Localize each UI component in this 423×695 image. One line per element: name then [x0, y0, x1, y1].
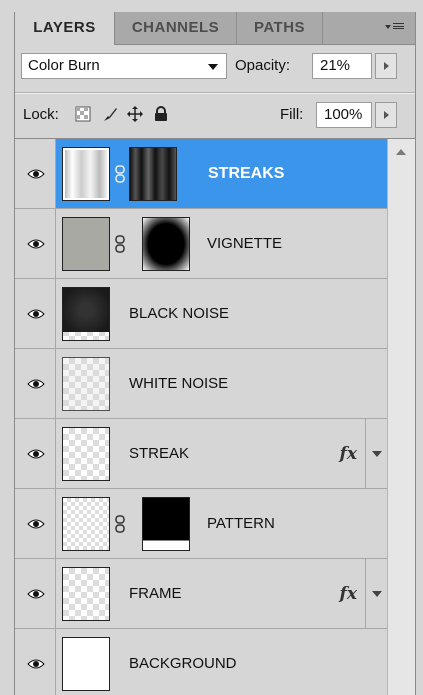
- eye-icon: [27, 659, 45, 669]
- visibility-toggle[interactable]: [15, 279, 56, 348]
- opacity-field[interactable]: 21%: [312, 53, 372, 79]
- lock-label: Lock:: [23, 106, 59, 123]
- layer-row-background[interactable]: BACKGROUND: [15, 629, 387, 695]
- layer-thumbnail[interactable]: [62, 147, 110, 201]
- eye-icon: [27, 589, 45, 599]
- layer-row-streaks[interactable]: STREAKS: [15, 139, 387, 209]
- layer-name: VIGNETTE: [207, 235, 283, 252]
- mask-link-chain-icon[interactable]: [115, 235, 125, 253]
- visibility-toggle[interactable]: [15, 209, 56, 278]
- noise-fill: [63, 288, 109, 333]
- layer-name: BACKGROUND: [129, 655, 237, 672]
- panel-tab-bar: LAYERS CHANNELS PATHS: [15, 12, 415, 45]
- lock-all-padlock-icon[interactable]: [153, 106, 169, 122]
- fill-slider-button[interactable]: [375, 102, 397, 128]
- fill-field[interactable]: 100%: [316, 102, 372, 128]
- effects-expand-arrow[interactable]: [365, 559, 387, 628]
- layer-name: PATTERN: [207, 515, 275, 532]
- opacity-value: 21%: [320, 57, 351, 74]
- layer-thumbnail[interactable]: [62, 427, 110, 481]
- layer-effects-icon[interactable]: fx: [340, 559, 357, 629]
- layer-row-frame[interactable]: FRAME fx: [15, 559, 387, 629]
- layer-thumbnail[interactable]: [62, 637, 110, 691]
- eye-icon: [27, 309, 45, 319]
- visibility-toggle[interactable]: [15, 489, 56, 558]
- layer-thumbnail[interactable]: [62, 357, 110, 411]
- eye-icon: [27, 239, 45, 249]
- lock-fill-row: Lock: Fill: 100%: [15, 95, 415, 135]
- layer-name: BLACK NOISE: [129, 305, 230, 322]
- layer-mask-thumbnail[interactable]: [142, 217, 190, 271]
- visibility-toggle[interactable]: [15, 559, 56, 628]
- layer-row-pattern[interactable]: PATTERN: [15, 489, 387, 559]
- tab-paths[interactable]: PATHS: [237, 12, 323, 44]
- visibility-toggle[interactable]: [15, 419, 56, 488]
- layer-effects-icon[interactable]: fx: [340, 419, 357, 489]
- layers-list: STREAKS VIGNETTE BLACK NOISE WHITE NOISE…: [15, 138, 415, 695]
- tab-channels[interactable]: CHANNELS: [115, 12, 237, 44]
- layers-panel: LAYERS CHANNELS PATHS Color Burn Opacity…: [14, 12, 416, 695]
- eye-icon: [27, 169, 45, 179]
- visibility-toggle[interactable]: [15, 349, 56, 418]
- tab-layers[interactable]: LAYERS: [15, 12, 115, 45]
- fill-value: 100%: [324, 106, 363, 123]
- mask-link-chain-icon[interactable]: [115, 515, 125, 533]
- panel-menu-button[interactable]: [385, 12, 407, 44]
- effects-expand-arrow[interactable]: [365, 419, 387, 488]
- eye-icon: [27, 379, 45, 389]
- layer-name: STREAKS: [208, 165, 285, 182]
- visibility-toggle[interactable]: [15, 629, 56, 695]
- blend-mode-value: Color Burn: [28, 57, 100, 74]
- opacity-slider-button[interactable]: [375, 53, 397, 79]
- lock-image-pixels-brush-icon[interactable]: [102, 106, 118, 122]
- layer-row-white-noise[interactable]: WHITE NOISE: [15, 349, 387, 419]
- layer-thumbnail[interactable]: [62, 497, 110, 551]
- layer-thumbnail[interactable]: [62, 217, 110, 271]
- blend-mode-select[interactable]: Color Burn: [21, 53, 227, 79]
- lock-position-move-icon[interactable]: [127, 106, 143, 122]
- layer-mask-thumbnail[interactable]: [142, 497, 190, 551]
- layer-name: STREAK: [129, 445, 190, 462]
- menu-lines-icon: [393, 23, 404, 29]
- mask-link-chain-icon[interactable]: [115, 165, 125, 183]
- eye-icon: [27, 449, 45, 459]
- fill-label: Fill:: [280, 106, 304, 123]
- layer-thumbnail[interactable]: [62, 567, 110, 621]
- layer-row-vignette[interactable]: VIGNETTE: [15, 209, 387, 279]
- layer-name: WHITE NOISE: [129, 375, 229, 392]
- dropdown-arrow-icon: [208, 64, 218, 70]
- layer-name: FRAME: [129, 585, 182, 602]
- layer-thumbnail[interactable]: [62, 287, 110, 341]
- opacity-label: Opacity:: [235, 57, 291, 74]
- lock-transparent-pixels-icon[interactable]: [75, 106, 91, 122]
- layer-row-black-noise[interactable]: BLACK NOISE: [15, 279, 387, 349]
- visibility-toggle[interactable]: [15, 139, 56, 208]
- menu-arrow-icon: [385, 25, 391, 29]
- blend-opacity-row: Color Burn Opacity: 21%: [15, 45, 415, 87]
- toolbar-divider-highlight: [15, 93, 415, 94]
- scroll-up-arrow-icon[interactable]: [396, 149, 406, 155]
- layers-scrollbar[interactable]: [387, 139, 415, 695]
- layer-row-streak[interactable]: STREAK fx: [15, 419, 387, 489]
- eye-icon: [27, 519, 45, 529]
- layer-mask-thumbnail[interactable]: [129, 147, 177, 201]
